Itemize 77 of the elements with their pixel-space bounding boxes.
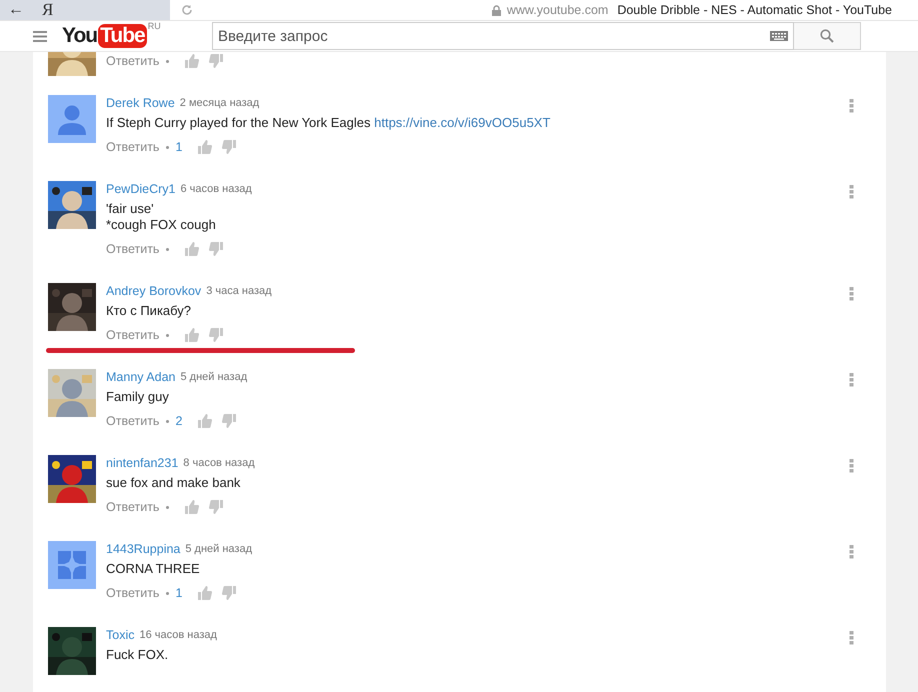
thumbs-up-icon[interactable] [185, 242, 200, 256]
more-options-icon[interactable] [849, 185, 854, 199]
comment-text: *cough FOX cough [106, 217, 216, 232]
avatar-pattern-icon[interactable] [48, 541, 96, 589]
comment-time[interactable]: 5 дней назад [185, 543, 252, 555]
thumbs-down-icon[interactable] [222, 414, 236, 428]
separator-dot [166, 60, 170, 62]
comment-time[interactable]: 16 часов назад [139, 629, 217, 641]
thumbs-down-icon[interactable] [209, 328, 224, 342]
comment-link[interactable]: https://vine.co/v/i69vOO5u5XT [374, 115, 550, 130]
comment-text: CORNA THREE [106, 561, 200, 576]
more-options-icon[interactable] [849, 545, 854, 559]
author-name[interactable]: Manny Adan [106, 370, 176, 384]
region-label: RU [148, 21, 161, 31]
reply-link[interactable]: Ответить [106, 500, 160, 514]
comment-text: sue fox and make bank [106, 475, 240, 490]
lock-icon [492, 4, 501, 16]
thumbs-up-icon[interactable] [185, 328, 200, 342]
separator-dot [166, 248, 170, 250]
author-name[interactable]: PewDieCry1 [106, 182, 176, 196]
keyboard-icon[interactable] [770, 31, 788, 41]
like-count: 2 [175, 414, 182, 428]
author-name[interactable]: Andrey Borovkov [106, 284, 202, 298]
url-domain[interactable]: www.youtube.com [506, 3, 608, 17]
thumbs-down-icon[interactable] [222, 586, 236, 600]
author-name[interactable]: nintenfan231 [106, 456, 178, 470]
more-options-icon[interactable] [849, 99, 854, 113]
logo-text[interactable]: You [62, 24, 98, 48]
back-button[interactable]: ← [8, 1, 24, 19]
comment-time[interactable]: 2 месяца назад [180, 97, 260, 109]
more-options-icon[interactable] [849, 459, 854, 473]
thumbs-down-icon[interactable] [209, 242, 224, 256]
logo-badge[interactable]: Tube [98, 24, 147, 48]
thumbs-down-icon[interactable] [222, 140, 236, 154]
more-options-icon[interactable] [849, 287, 854, 301]
search-field[interactable]: Введите запрос [212, 22, 794, 50]
more-options-icon[interactable] [849, 373, 854, 387]
reload-icon[interactable] [181, 4, 193, 16]
thumbs-up-icon[interactable] [198, 140, 212, 154]
separator-dot [166, 146, 170, 148]
comment-text: Кто с Пикабу? [106, 303, 192, 318]
like-count: 1 [175, 140, 182, 154]
reply-link[interactable]: Ответить [106, 328, 160, 342]
comment-time[interactable]: 5 дней назад [180, 371, 248, 383]
author-name[interactable]: 1443Ruppina [106, 542, 180, 556]
more-options-icon[interactable] [849, 631, 854, 645]
separator-dot [166, 592, 170, 594]
comment-text: If Steph Curry played for the New York Eagles [106, 115, 370, 130]
like-count: 1 [175, 586, 182, 600]
thumbs-up-icon[interactable] [185, 54, 200, 68]
thumbs-up-icon[interactable] [198, 586, 212, 600]
separator-dot [166, 506, 170, 508]
avatar-person-icon[interactable] [48, 95, 96, 143]
browser-logo[interactable]: Я [42, 0, 54, 20]
separator-dot [166, 334, 170, 336]
author-name[interactable]: Derek Rowe [106, 96, 175, 110]
separator-dot [166, 420, 170, 422]
thumbs-up-icon[interactable] [198, 414, 212, 428]
reply-link[interactable]: Ответить [106, 54, 160, 68]
comment-text: 'fair use' [106, 201, 154, 216]
menu-icon[interactable] [33, 30, 47, 42]
reply-link[interactable]: Ответить [106, 140, 160, 154]
reply-link[interactable]: Ответить [106, 242, 160, 256]
thumbs-down-icon[interactable] [209, 500, 224, 514]
comment-time[interactable]: 3 часа назад [206, 285, 272, 297]
comment-time[interactable]: 8 часов назад [183, 457, 255, 469]
search-button[interactable] [794, 22, 861, 50]
search-icon [820, 29, 834, 43]
comment-text: Fuck FOX. [106, 647, 168, 662]
reply-link[interactable]: Ответить [106, 414, 160, 428]
thumbs-down-icon[interactable] [209, 54, 224, 68]
author-name[interactable]: Toxic [106, 628, 134, 642]
comment-time[interactable]: 6 часов назад [180, 183, 252, 195]
comment-text: Family guy [106, 389, 169, 404]
page-title: Double Dribble - NES - Automatic Shot - YouTube [617, 3, 892, 17]
reply-link[interactable]: Ответить [106, 586, 160, 600]
thumbs-up-icon[interactable] [185, 500, 200, 514]
